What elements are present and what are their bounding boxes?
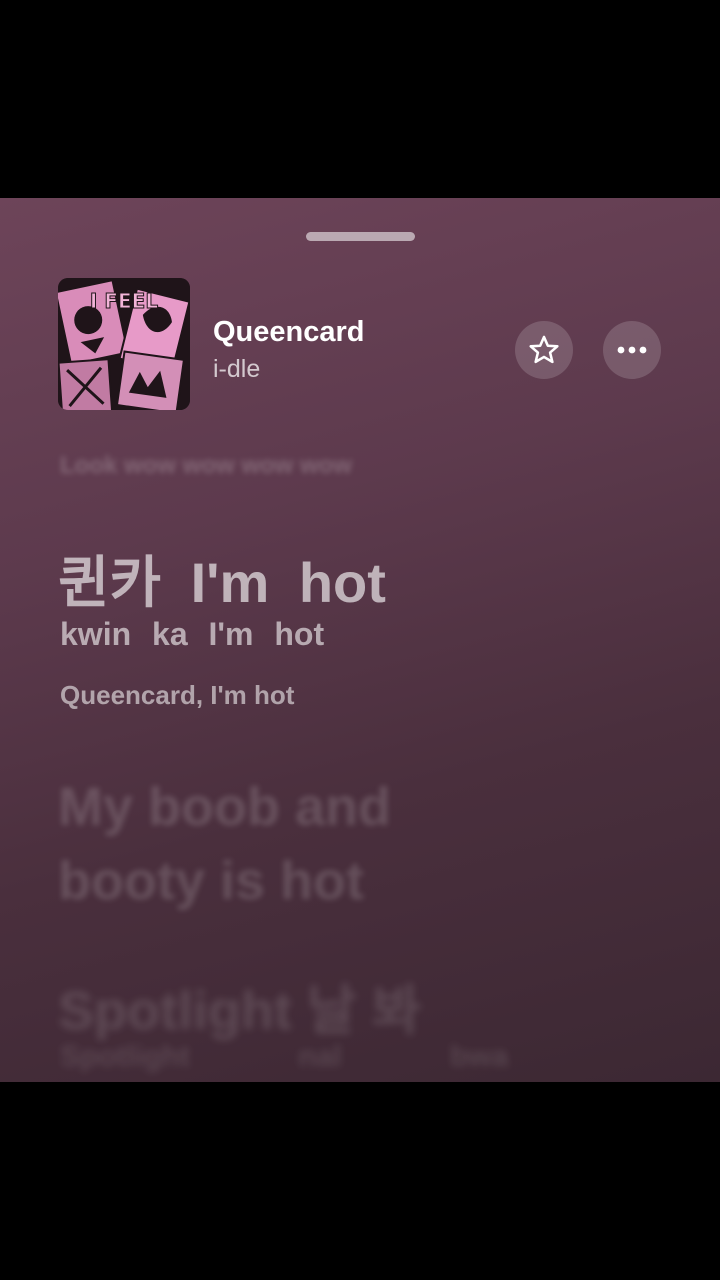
album-artwork-image: I FEEL: [58, 278, 190, 410]
lyric-previous-line[interactable]: Look wow wow wow wow: [60, 452, 352, 480]
track-artist[interactable]: i-dle: [213, 355, 260, 384]
lyric-current-translation: Queencard, I'm hot: [60, 680, 295, 710]
track-title: Queencard: [213, 316, 365, 348]
sheet-grabber[interactable]: [306, 232, 415, 241]
more-options-button[interactable]: [603, 321, 661, 379]
lyric-following-romanization: Spotlight nal bwa: [60, 1040, 509, 1073]
album-artwork[interactable]: I FEEL: [58, 278, 190, 410]
lyric-following-original[interactable]: Spotlight 날 봐: [58, 966, 421, 1045]
lyric-current-romanization: kwin ka I'm hot: [60, 616, 325, 652]
artwork-logo-text: I FEEL: [90, 289, 158, 313]
star-icon: [529, 335, 559, 364]
letterbox-bottom: [0, 1082, 720, 1280]
letterbox-top: [0, 0, 720, 198]
lyric-next-line[interactable]: My boob and booty is hot: [58, 770, 498, 918]
ellipsis-icon: [617, 346, 647, 354]
lyrics-sheet: I FEEL Queencard i-dle Look wow wow wow …: [0, 198, 720, 1082]
favorite-button[interactable]: [515, 321, 573, 379]
lyric-current-original[interactable]: 퀸카 I'm hot: [58, 538, 386, 619]
